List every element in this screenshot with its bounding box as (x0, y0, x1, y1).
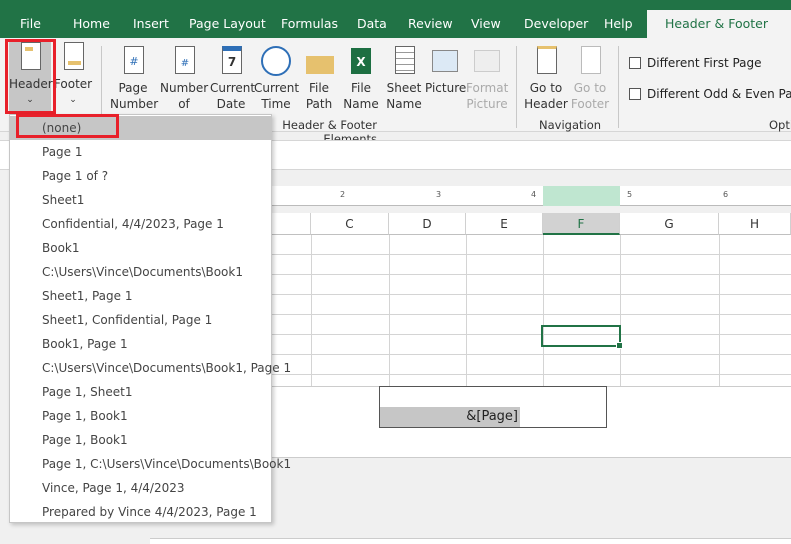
tab-header-footer[interactable]: Header & Footer (647, 10, 791, 38)
tab-page-layout[interactable]: Page Layout (189, 16, 266, 31)
dropdown-item[interactable]: Page 1, Sheet1 (10, 380, 271, 404)
column-header-d[interactable]: D (389, 213, 466, 235)
dropdown-item[interactable]: C:\Users\Vince\Documents\Book1 (10, 260, 271, 284)
dropdown-item[interactable]: Vince, Page 1, 4/4/2023 (10, 476, 271, 500)
tab-file[interactable]: File (20, 16, 41, 31)
go-to-footer-icon (575, 46, 605, 78)
ribbon-tabs: File Home Insert Page Layout Formulas Da… (0, 0, 791, 38)
folder-icon (304, 46, 334, 78)
different-first-page-checkbox[interactable]: Different First Page (629, 56, 762, 70)
number-of-pages-icon: # (169, 46, 199, 78)
current-date-button[interactable]: 7 Current Date (210, 46, 255, 112)
header-dropdown: (none) Page 1 Page 1 of ? Sheet1 Confidenti… (9, 114, 291, 524)
tab-insert[interactable]: Insert (133, 16, 169, 31)
file-path-button[interactable]: File Path (300, 46, 338, 112)
dropdown-item[interactable]: Sheet1 (10, 188, 271, 212)
sheet-name-button[interactable]: Sheet Name (384, 46, 424, 112)
dropdown-item[interactable]: Confidential, 4/4/2023, Page 1 (10, 212, 271, 236)
column-header-e[interactable]: E (466, 213, 543, 235)
footer-text[interactable]: &[Page] (380, 407, 520, 427)
calendar-icon: 7 (216, 46, 246, 78)
clock-icon (261, 46, 291, 78)
center-footer-section[interactable]: &[Page] (379, 386, 607, 428)
tab-help[interactable]: Help (604, 16, 633, 31)
picture-icon (430, 46, 460, 78)
tab-view[interactable]: View (471, 16, 501, 31)
group-label-options: Options (769, 118, 791, 132)
go-to-header-button[interactable]: Go to Header (524, 46, 568, 112)
picture-button[interactable]: Picture (425, 46, 466, 96)
dropdown-item[interactable]: Page 1, Book1 (10, 428, 271, 452)
format-picture-icon (472, 46, 502, 78)
different-odd-even-checkbox[interactable]: Different Odd & Even Pages (629, 87, 791, 101)
dropdown-item[interactable]: Book1 (10, 236, 271, 260)
go-to-footer-button: Go to Footer (568, 46, 612, 112)
dropdown-item[interactable]: Book1, Page 1 (10, 332, 271, 356)
tab-formulas[interactable]: Formulas (281, 16, 338, 31)
format-picture-button: Format Picture (466, 46, 508, 112)
dropdown-item[interactable]: Page 1 (10, 140, 271, 164)
ruler-selection (543, 186, 620, 206)
dropdown-item[interactable]: Page 1, Book1 (10, 404, 271, 428)
column-header-f[interactable]: F (543, 213, 620, 235)
column-header-c[interactable]: C (311, 213, 389, 235)
dropdown-item[interactable]: Prepared by Vince 4/4/2023, Page 1 (10, 500, 271, 524)
dropdown-item[interactable]: C:\Users\Vince\Documents\Book1, Page 1 (10, 356, 291, 380)
highlight-box (5, 39, 56, 114)
chevron-down-icon: ⌄ (69, 95, 77, 105)
footer-button[interactable]: Footer ⌄ (53, 42, 93, 108)
footer-icon (58, 42, 88, 74)
dropdown-item[interactable]: Page 1, C:\Users\Vince\Documents\Book1 (10, 452, 291, 476)
tab-home[interactable]: Home (73, 16, 110, 31)
page-number-button[interactable]: # Page Number (110, 46, 158, 112)
excel-file-icon: X (346, 46, 376, 78)
dropdown-item[interactable]: Sheet1, Page 1 (10, 284, 271, 308)
column-header-h[interactable]: H (719, 213, 791, 235)
current-time-button[interactable]: Current Time (254, 46, 299, 112)
tab-developer[interactable]: Developer (524, 16, 588, 31)
column-header-g[interactable]: G (620, 213, 719, 235)
selected-cell[interactable] (541, 325, 623, 349)
cell-grid[interactable] (272, 235, 791, 386)
file-name-button[interactable]: X File Name (340, 46, 382, 112)
go-to-header-icon (531, 46, 561, 78)
sheet-icon (389, 46, 419, 78)
tab-data[interactable]: Data (357, 16, 387, 31)
dropdown-item[interactable]: Sheet1, Confidential, Page 1 (10, 308, 271, 332)
highlight-box (16, 114, 119, 138)
dropdown-item[interactable]: Page 1 of ? (10, 164, 271, 188)
group-label-navigation: Navigation (539, 118, 602, 132)
page-number-icon: # (118, 46, 148, 78)
tab-review[interactable]: Review (408, 16, 453, 31)
